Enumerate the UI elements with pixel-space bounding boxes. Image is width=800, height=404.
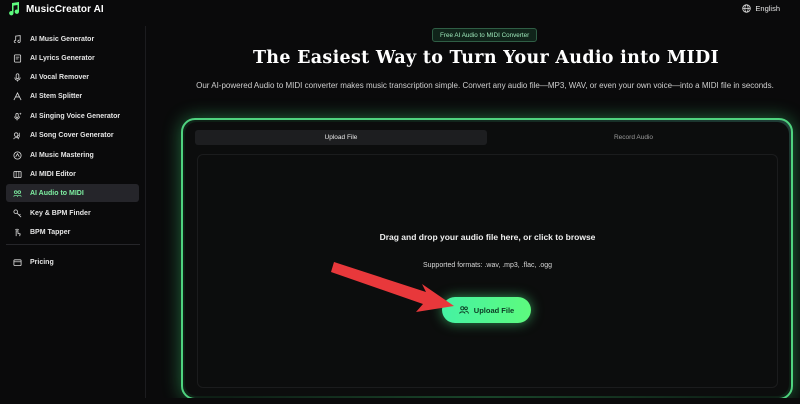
- language-label: English: [755, 4, 780, 13]
- page-title: The Easiest Way to Turn Your Audio into …: [252, 48, 720, 68]
- file-dropzone[interactable]: [197, 154, 778, 388]
- sidebar-divider: [6, 244, 140, 245]
- audio-to-midi-icon: [13, 189, 22, 197]
- sidebar-item-label: AI Audio to MIDI: [30, 189, 84, 197]
- upload-button-label: Upload File: [473, 305, 515, 315]
- sidebar: AI Music Generator AI Lyrics Generator A…: [0, 26, 146, 404]
- bottom-strip: [0, 398, 800, 404]
- midi-editor-icon: [13, 170, 22, 178]
- sidebar-item-ai-midi-editor[interactable]: AI MIDI Editor: [6, 165, 139, 183]
- sidebar-item-ai-singing-voice-generator[interactable]: AI Singing Voice Generator: [6, 107, 139, 125]
- sidebar-item-ai-music-mastering[interactable]: AI Music Mastering: [6, 146, 139, 164]
- sidebar-item-pricing[interactable]: Pricing: [6, 253, 139, 271]
- cover-icon: [13, 131, 20, 139]
- sidebar-item-label: Key & BPM Finder: [30, 209, 91, 217]
- annotation-arrow-icon: [331, 262, 454, 312]
- mastering-icon: [13, 150, 22, 160]
- sidebar-item-key-bpm-finder[interactable]: Key & BPM Finder: [6, 204, 139, 222]
- sidebar-item-label: AI Music Generator: [30, 35, 95, 43]
- dropzone-instructions: Drag and drop your audio file here, or c…: [379, 232, 596, 242]
- sidebar-item-label: AI Vocal Remover: [30, 73, 90, 81]
- app-name: MusicCreator AI: [26, 3, 104, 15]
- users-icon: [458, 306, 469, 314]
- split-icon: [13, 91, 22, 100]
- pricing-icon: [13, 258, 22, 266]
- document-icon: [13, 53, 22, 63]
- globe-icon: [742, 4, 752, 13]
- hero-badge: Free AI Audio to MIDI Converter: [432, 28, 538, 42]
- microphone-icon: [14, 72, 21, 81]
- page-subtitle: Our AI-powered Audio to MIDI converter m…: [196, 81, 774, 90]
- sidebar-item-ai-stem-splitter[interactable]: AI Stem Splitter: [6, 87, 139, 105]
- key-icon: [13, 208, 22, 217]
- sidebar-item-ai-audio-to-midi[interactable]: AI Audio to MIDI: [6, 184, 139, 202]
- tab-upload-file[interactable]: Upload File: [195, 130, 487, 145]
- sidebar-item-label: AI Lyrics Generator: [30, 54, 95, 62]
- sidebar-item-bpm-tapper[interactable]: BPM Tapper: [6, 223, 139, 241]
- sidebar-item-ai-song-cover-generator[interactable]: AI Song Cover Generator: [6, 126, 139, 144]
- sparkle-mic-icon: [14, 112, 22, 120]
- logo[interactable]: MusicCreator AI: [8, 2, 104, 16]
- sidebar-item-label: AI Singing Voice Generator: [30, 112, 121, 120]
- language-selector[interactable]: English: [742, 4, 780, 13]
- tapper-icon: [14, 228, 21, 236]
- top-bar: MusicCreator AI English: [0, 0, 800, 20]
- sidebar-item-ai-music-generator[interactable]: AI Music Generator: [6, 30, 139, 48]
- sidebar-item-ai-lyrics-generator[interactable]: AI Lyrics Generator: [6, 49, 139, 67]
- sidebar-item-label: BPM Tapper: [30, 228, 71, 236]
- sidebar-item-label: AI MIDI Editor: [30, 170, 76, 178]
- sidebar-item-label: Pricing: [30, 258, 54, 266]
- music-note-icon: [13, 34, 21, 43]
- sidebar-item-ai-vocal-remover[interactable]: AI Vocal Remover: [6, 68, 139, 86]
- sidebar-item-label: AI Song Cover Generator: [30, 131, 114, 139]
- sidebar-item-label: AI Stem Splitter: [30, 92, 83, 100]
- supported-formats: Supported formats: .wav, .mp3, .flac, .o…: [422, 262, 553, 269]
- tab-record-audio[interactable]: Record Audio: [487, 130, 780, 145]
- app-window: MusicCreator AI English AI Music Generat…: [0, 0, 800, 404]
- upload-tabs: Upload File Record Audio: [195, 130, 780, 145]
- sidebar-item-label: AI Music Mastering: [30, 151, 94, 159]
- music-logo-icon: [9, 2, 20, 16]
